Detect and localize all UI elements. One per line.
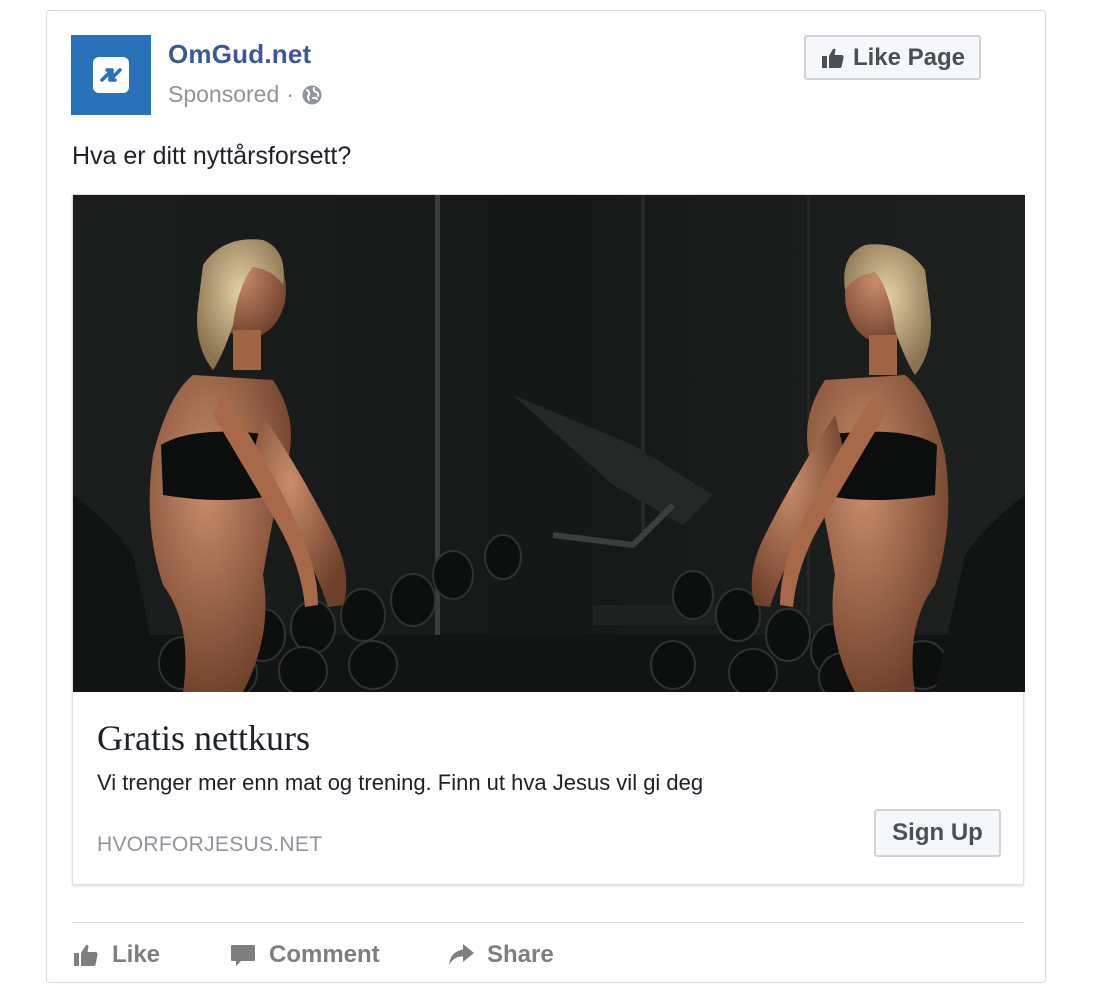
post-meta: Sponsored ·: [168, 81, 323, 108]
post-actions-bar: Like Comment Share: [72, 935, 554, 975]
gym-photo[interactable]: [73, 195, 1025, 692]
page-name-link[interactable]: OmGud.net: [168, 39, 311, 70]
like-action-label: Like: [112, 941, 161, 968]
thumbs-up-icon: [74, 944, 98, 966]
link-description: Vi trenger mer enn mat og trening. Finn …: [97, 770, 704, 795]
actions-divider: [72, 922, 1024, 923]
link-headline[interactable]: Gratis nettkurs: [97, 717, 310, 759]
sponsored-post-card: OmGud.net Sponsored · Like Page Hva er d…: [46, 10, 1046, 983]
sponsored-label[interactable]: Sponsored: [168, 81, 279, 108]
share-icon: [449, 944, 474, 965]
thumbs-up-icon: [821, 48, 844, 68]
comment-action-button[interactable]: Comment: [229, 941, 447, 969]
share-action-button[interactable]: Share: [447, 941, 554, 969]
meta-separator: ·: [286, 81, 294, 107]
globe-icon[interactable]: [301, 84, 323, 106]
page-avatar[interactable]: [71, 35, 151, 115]
link-attachment[interactable]: Gratis nettkurs Vi trenger mer enn mat o…: [72, 194, 1025, 885]
share-action-label: Share: [487, 941, 554, 968]
like-page-button[interactable]: Like Page: [804, 35, 981, 80]
like-page-label: Like Page: [852, 43, 966, 71]
refresh-arrows-icon: [93, 57, 129, 93]
like-action-button[interactable]: Like: [72, 941, 229, 969]
comment-action-label: Comment: [269, 941, 380, 968]
post-text: Hva er ditt nyttårsforsett?: [72, 142, 352, 170]
comment-icon: [231, 945, 255, 966]
link-domain: HVORFORJESUS.NET: [97, 833, 323, 856]
gym-photo-illustration: [73, 195, 1025, 692]
sign-up-button[interactable]: Sign Up: [874, 809, 1001, 857]
